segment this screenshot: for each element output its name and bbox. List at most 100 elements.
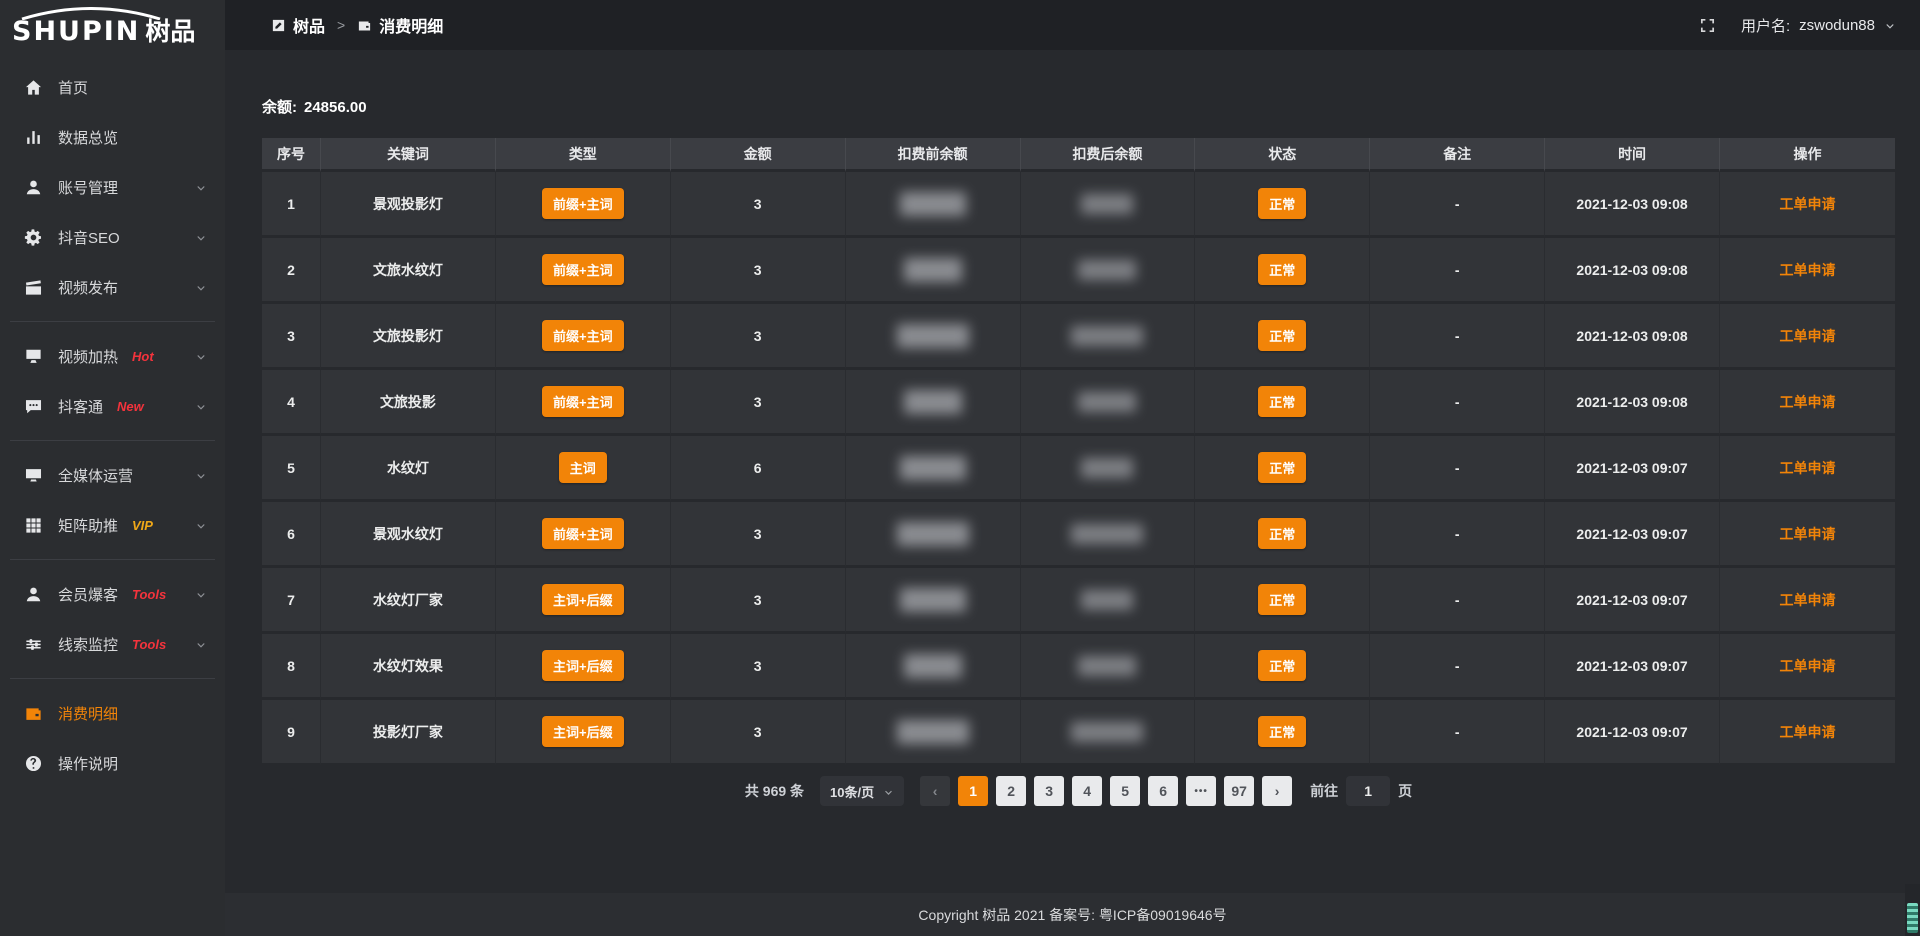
post-balance-cell: [1021, 370, 1196, 436]
post-balance-cell: [1021, 568, 1196, 634]
action-cell: 工单申请: [1720, 304, 1895, 370]
action-link[interactable]: 工单申请: [1780, 592, 1836, 608]
row-index: 7: [262, 568, 321, 634]
masked-pre-balance: [897, 720, 969, 744]
action-link[interactable]: 工单申请: [1780, 328, 1836, 344]
keyword-cell: 投影灯厂家: [321, 700, 496, 766]
sidebar-item-operation-guide[interactable]: 操作说明: [0, 738, 225, 788]
sidebar-item-label: 视频加热: [58, 346, 118, 367]
clapper-icon: [24, 278, 43, 297]
type-badge: 前缀+主词: [542, 188, 624, 219]
action-link[interactable]: 工单申请: [1780, 526, 1836, 542]
breadcrumb-home[interactable]: 树品: [293, 13, 325, 37]
chevron-down-icon: [195, 400, 207, 412]
type-cell: 前缀+主词: [496, 172, 671, 238]
page-button-2[interactable]: 2: [996, 776, 1026, 806]
sidebar-divider: [10, 321, 215, 322]
page-jump-input[interactable]: 1: [1346, 776, 1390, 806]
page-button-97[interactable]: 97: [1224, 776, 1254, 806]
monitor-icon: [24, 466, 43, 485]
type-cell: 主词+后缀: [496, 700, 671, 766]
chevron-down-icon: [195, 350, 207, 362]
masked-pre-balance: [900, 192, 966, 216]
pre-balance-cell: [846, 634, 1021, 700]
table-body: 1景观投影灯前缀+主词3正常-2021-12-03 09:08工单申请2文旅水纹…: [262, 172, 1895, 766]
scrollbar-thumb[interactable]: [1907, 903, 1918, 933]
page-button-6[interactable]: 6: [1148, 776, 1178, 806]
logo: SHUPIN 树品: [0, 0, 225, 50]
sidebar-item-data-overview[interactable]: 数据总览: [0, 112, 225, 162]
masked-pre-balance: [904, 390, 962, 414]
action-cell: 工单申请: [1720, 370, 1895, 436]
sidebar-item-member-baoke[interactable]: 会员爆客 Tools: [0, 569, 225, 619]
balance-value: 24856.00: [304, 99, 367, 116]
column-header: 类型: [496, 138, 671, 172]
pre-balance-cell: [846, 304, 1021, 370]
sidebar-item-home[interactable]: 首页: [0, 62, 225, 112]
action-link[interactable]: 工单申请: [1780, 196, 1836, 212]
keyword-cell: 水纹灯厂家: [321, 568, 496, 634]
page-size-value: 10条/页: [830, 782, 874, 801]
action-cell: 工单申请: [1720, 436, 1895, 502]
table-row: 3文旅投影灯前缀+主词3正常-2021-12-03 09:08工单申请: [262, 304, 1895, 370]
action-link[interactable]: 工单申请: [1780, 658, 1836, 674]
chevron-down-icon: [195, 469, 207, 481]
keyword-cell: 文旅投影灯: [321, 304, 496, 370]
page-button-3[interactable]: 3: [1034, 776, 1064, 806]
page-button-5[interactable]: 5: [1110, 776, 1140, 806]
sidebar-item-consumption-detail[interactable]: 消费明细: [0, 688, 225, 738]
table-header-row: 序号关键词类型金额扣费前余额扣费后余额状态备注时间操作: [262, 138, 1895, 172]
column-header: 时间: [1545, 138, 1720, 172]
page-button-1[interactable]: 1: [958, 776, 988, 806]
status-cell: 正常: [1195, 568, 1370, 634]
post-balance-cell: [1021, 436, 1196, 502]
topbar: 树品 > 消费明细 用户名: zswodun88: [225, 0, 1920, 50]
column-header: 扣费前余额: [846, 138, 1021, 172]
type-badge: 主词: [559, 452, 607, 483]
chevron-down-icon[interactable]: [1884, 19, 1896, 31]
sidebar-item-all-media-operation[interactable]: 全媒体运营: [0, 450, 225, 500]
sidebar-item-clue-monitor[interactable]: 线索监控 Tools: [0, 619, 225, 669]
table-row: 7水纹灯厂家主词+后缀3正常-2021-12-03 09:07工单申请: [262, 568, 1895, 634]
username[interactable]: zswodun88: [1799, 17, 1875, 34]
scrollbar-track[interactable]: [1905, 884, 1920, 936]
page-button-4[interactable]: 4: [1072, 776, 1102, 806]
sidebar-item-account-management[interactable]: 账号管理: [0, 162, 225, 212]
sidebar-item-douketong[interactable]: 抖客通 New: [0, 381, 225, 431]
sidebar-item-matrix-boost[interactable]: 矩阵助推 VIP: [0, 500, 225, 550]
bar-chart-icon: [24, 128, 43, 147]
column-header: 操作: [1720, 138, 1895, 172]
row-index: 1: [262, 172, 321, 238]
masked-post-balance: [1071, 524, 1143, 544]
logo-text-cn: 树品: [145, 20, 195, 45]
sidebar-item-video-publish[interactable]: 视频发布: [0, 262, 225, 312]
page-ellipsis[interactable]: •••: [1186, 776, 1216, 806]
prev-page-button[interactable]: ‹: [920, 776, 950, 806]
next-page-button[interactable]: ›: [1262, 776, 1292, 806]
row-index: 9: [262, 700, 321, 766]
type-badge: 主词+后缀: [542, 650, 624, 681]
breadcrumb-current: 消费明细: [379, 13, 443, 37]
action-link[interactable]: 工单申请: [1780, 460, 1836, 476]
row-index: 8: [262, 634, 321, 700]
pre-balance-cell: [846, 370, 1021, 436]
action-link[interactable]: 工单申请: [1780, 262, 1836, 278]
remark-cell: -: [1370, 304, 1545, 370]
wallet-icon: [24, 704, 43, 723]
action-link[interactable]: 工单申请: [1780, 724, 1836, 740]
status-cell: 正常: [1195, 700, 1370, 766]
masked-post-balance: [1071, 722, 1143, 742]
fullscreen-icon[interactable]: [1699, 17, 1716, 34]
action-cell: 工单申请: [1720, 172, 1895, 238]
masked-pre-balance: [904, 258, 962, 282]
sidebar-item-douyin-seo[interactable]: 抖音SEO: [0, 212, 225, 262]
pre-balance-cell: [846, 700, 1021, 766]
masked-post-balance: [1078, 260, 1136, 280]
page-size-select[interactable]: 10条/页: [820, 776, 904, 806]
action-link[interactable]: 工单申请: [1780, 394, 1836, 410]
sidebar-item-label: 视频发布: [58, 277, 118, 298]
table-row: 9投影灯厂家主词+后缀3正常-2021-12-03 09:07工单申请: [262, 700, 1895, 766]
user-icon: [24, 585, 43, 604]
logo-text-en: SHUPIN: [12, 18, 140, 45]
sidebar-item-video-heating[interactable]: 视频加热 Hot: [0, 331, 225, 381]
